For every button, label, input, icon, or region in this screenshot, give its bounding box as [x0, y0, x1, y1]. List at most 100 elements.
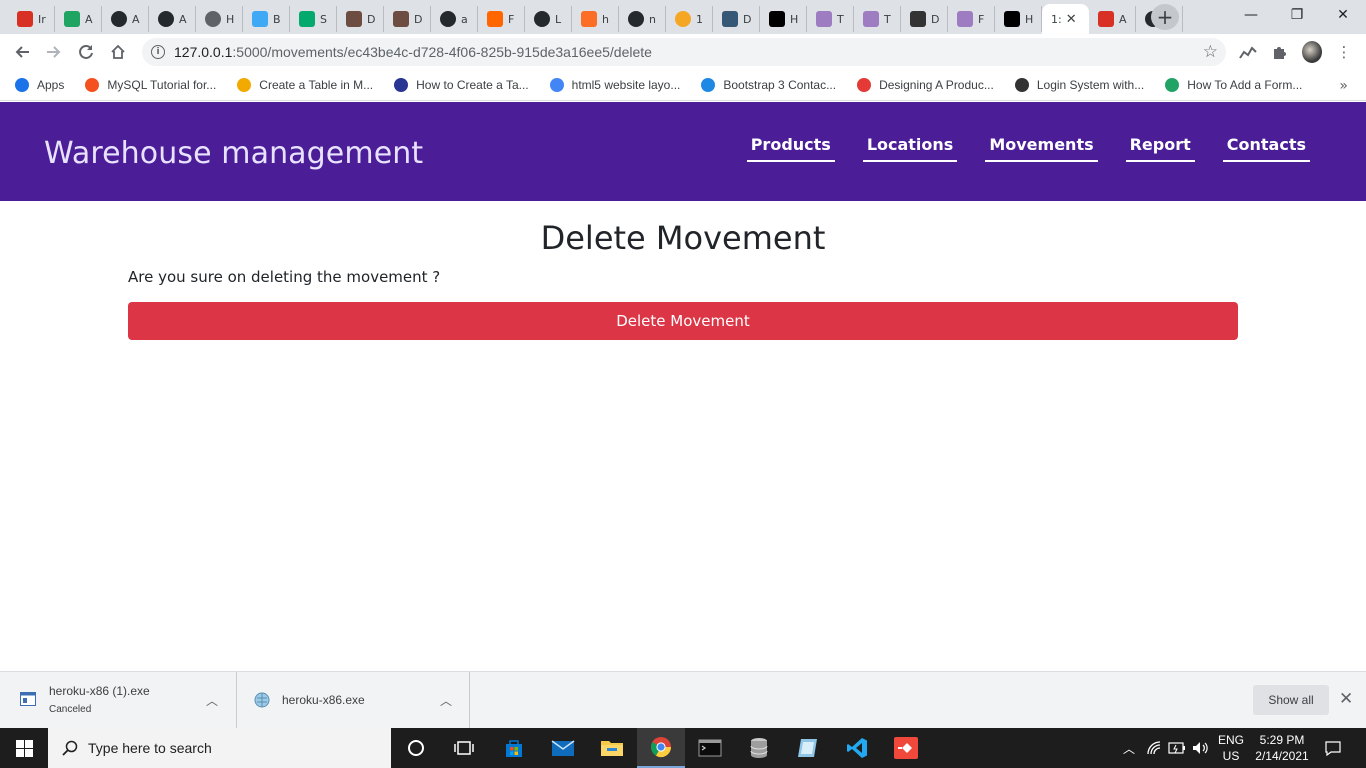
- nav-link-report[interactable]: Report: [1125, 133, 1195, 162]
- bookmark-item[interactable]: How to Create a Ta...: [394, 78, 529, 92]
- sa-icon: [910, 11, 926, 27]
- browser-tab[interactable]: T: [807, 6, 854, 32]
- heroku-icon: [863, 11, 879, 27]
- workbench-icon[interactable]: [784, 728, 832, 768]
- codepen-icon: [675, 11, 691, 27]
- browser-tab[interactable]: T: [854, 6, 901, 32]
- back-button[interactable]: [8, 38, 36, 66]
- github-icon: [111, 11, 127, 27]
- browser-tab[interactable]: H: [995, 6, 1042, 32]
- reload-button[interactable]: [72, 38, 100, 66]
- tab-active[interactable]: 1: ✕: [1042, 4, 1089, 34]
- download-item[interactable]: heroku-x86.exe ︿: [237, 672, 470, 728]
- database-icon[interactable]: [735, 728, 783, 768]
- browser-tab[interactable]: D: [901, 6, 948, 32]
- browser-tab-strip: IrAAAHBSDDaFLhn1DHTTDFH1:✕AA + — ❐ ✕: [0, 0, 1366, 34]
- bookmark-item[interactable]: html5 website layo...: [549, 78, 680, 92]
- browser-tab[interactable]: A: [149, 6, 196, 32]
- bookmark-item[interactable]: Login System with...: [1014, 78, 1145, 92]
- nav-link-locations[interactable]: Locations: [862, 133, 958, 162]
- address-bar[interactable]: i 127.0.0.1:5000/movements/ec43be4c-d728…: [142, 38, 1226, 66]
- taskbar-search[interactable]: Type here to search: [48, 728, 391, 768]
- browser-tab[interactable]: D: [713, 6, 760, 32]
- browser-tab[interactable]: B: [243, 6, 290, 32]
- notification-icon[interactable]: [1322, 728, 1344, 768]
- power-battery-icon[interactable]: [1166, 728, 1188, 768]
- volume-icon[interactable]: [1190, 728, 1212, 768]
- new-tab-button[interactable]: +: [1151, 4, 1179, 30]
- delete-movement-button[interactable]: Delete Movement: [128, 302, 1238, 340]
- nav-link-movements[interactable]: Movements: [985, 133, 1098, 162]
- browser-tab[interactable]: F: [948, 6, 995, 32]
- browser-tab[interactable]: Ir: [8, 6, 55, 32]
- nav-link-contacts[interactable]: Contacts: [1222, 133, 1310, 162]
- confirm-message: Are you sure on deleting the movement ?: [128, 268, 441, 286]
- browser-tab[interactable]: h: [572, 6, 619, 32]
- file-explorer-icon[interactable]: [588, 728, 636, 768]
- close-icon[interactable]: ✕: [1339, 689, 1353, 709]
- microsoft-store-icon[interactable]: [490, 728, 538, 768]
- show-all-downloads-button[interactable]: Show all: [1253, 685, 1329, 715]
- site-info-icon[interactable]: i: [151, 45, 165, 59]
- browser-tab[interactable]: n: [619, 6, 666, 32]
- browser-tab[interactable]: 1: [666, 6, 713, 32]
- nav-link-products[interactable]: Products: [746, 133, 835, 162]
- chevron-up-icon[interactable]: ︿: [206, 692, 218, 709]
- browser-tab[interactable]: D: [384, 6, 431, 32]
- terminal-icon[interactable]: [686, 728, 734, 768]
- mail-icon[interactable]: [539, 728, 587, 768]
- browser-tab[interactable]: S: [290, 6, 337, 32]
- tab-title: A: [179, 12, 187, 26]
- browser-tab[interactable]: H: [760, 6, 807, 32]
- task-view-icon[interactable]: [440, 728, 488, 768]
- menu-kebab-icon[interactable]: ⋮: [1334, 42, 1354, 62]
- extensions-puzzle-icon[interactable]: [1270, 42, 1290, 62]
- forward-button[interactable]: [40, 38, 68, 66]
- bookmark-item[interactable]: How To Add a Form...: [1165, 78, 1302, 92]
- bookmark-item[interactable]: Bootstrap 3 Contac...: [701, 78, 836, 92]
- bookmark-item[interactable]: MySQL Tutorial for...: [85, 78, 216, 92]
- minimize-button[interactable]: —: [1228, 0, 1274, 30]
- browser-tab[interactable]: a: [431, 6, 478, 32]
- browser-tab[interactable]: H: [196, 6, 243, 32]
- chrome-taskbar-icon[interactable]: [637, 728, 685, 768]
- close-window-button[interactable]: ✕: [1320, 0, 1366, 30]
- clock[interactable]: 5:29 PM 2/14/2021: [1250, 728, 1314, 768]
- browser-tab[interactable]: A: [102, 6, 149, 32]
- download-item[interactable]: heroku-x86 (1).exe Canceled ︿: [0, 672, 237, 728]
- bookmark-item[interactable]: Apps: [15, 78, 64, 92]
- profile-avatar[interactable]: [1302, 41, 1322, 63]
- vscode-icon[interactable]: [833, 728, 881, 768]
- clock-time: 5:29 PM: [1259, 733, 1305, 747]
- chevron-up-icon[interactable]: ︿: [440, 692, 452, 709]
- bookmark-star-icon[interactable]: ☆: [1203, 42, 1218, 62]
- restore-button[interactable]: ❐: [1274, 0, 1320, 30]
- download-shelf: heroku-x86 (1).exe Canceled ︿ heroku-x86…: [0, 671, 1366, 728]
- browser-tab[interactable]: D: [337, 6, 384, 32]
- browser-tab[interactable]: A: [1089, 6, 1136, 32]
- bookmark-item[interactable]: Create a Table in M...: [237, 78, 373, 92]
- tab-title: F: [978, 12, 985, 26]
- git-client-icon[interactable]: [882, 728, 930, 768]
- tray-overflow-chevron-icon[interactable]: ︿: [1118, 728, 1140, 768]
- download-status: Canceled: [49, 704, 92, 715]
- extension-chart-icon[interactable]: [1238, 42, 1258, 62]
- code-icon: [1014, 78, 1029, 92]
- input-language[interactable]: ENG US: [1214, 728, 1248, 768]
- tab-title: D: [414, 12, 423, 26]
- bookmarks-overflow-icon[interactable]: »: [1339, 78, 1348, 94]
- close-tab-icon[interactable]: ✕: [1066, 12, 1077, 27]
- cortana-icon[interactable]: [392, 728, 440, 768]
- site-brand[interactable]: Warehouse management: [44, 136, 423, 171]
- bookmark-label: Login System with...: [1036, 78, 1145, 92]
- browser-tab[interactable]: A: [55, 6, 102, 32]
- bookmark-item[interactable]: Designing A Produc...: [857, 78, 994, 92]
- browser-tab[interactable]: L: [525, 6, 572, 32]
- browser-tab[interactable]: F: [478, 6, 525, 32]
- table-grid-icon: [394, 78, 409, 92]
- network-icon[interactable]: [1144, 728, 1166, 768]
- tab-title: T: [837, 12, 844, 26]
- photo-thumbnail-icon: [346, 11, 362, 27]
- start-button[interactable]: [0, 728, 48, 768]
- home-button[interactable]: [104, 38, 132, 66]
